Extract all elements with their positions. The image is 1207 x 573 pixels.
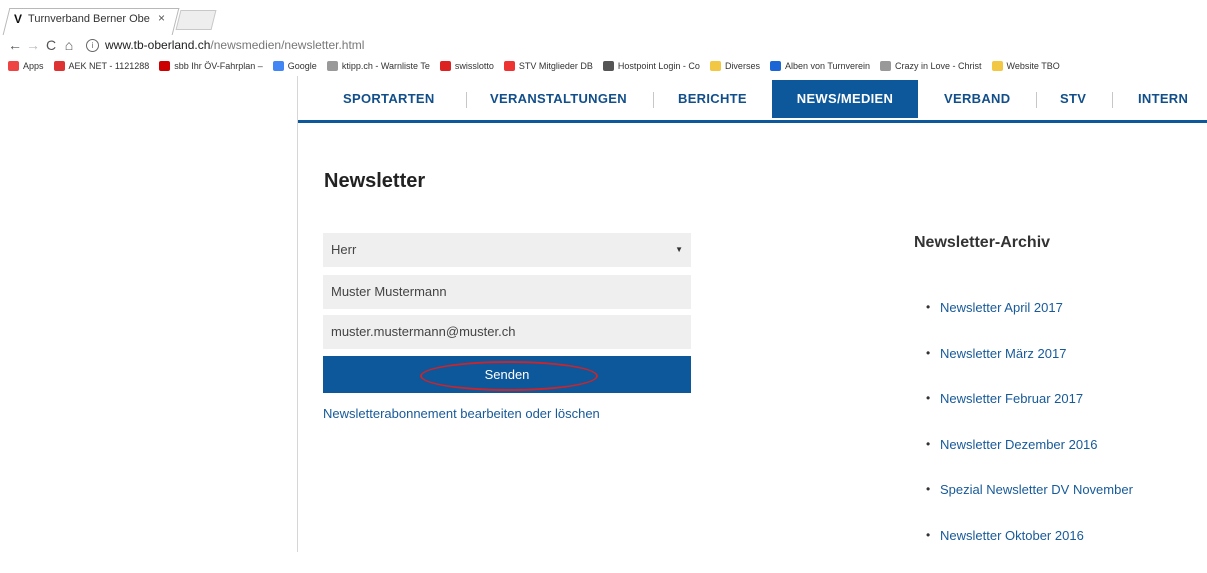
bookmark-icon	[992, 61, 1003, 71]
archive-list: Newsletter April 2017 Newsletter März 20…	[926, 300, 1133, 573]
tab-title-group[interactable]: V Turnverband Berner Obe	[14, 12, 150, 26]
bookmark-label: sbb Ihr ÖV-Fahrplan –	[174, 61, 263, 71]
bookmark-item[interactable]: Diverses	[710, 61, 760, 71]
nav-item-veranstaltungen[interactable]: VERANSTALTUNGEN	[490, 80, 627, 118]
bookmark-item[interactable]: Google	[273, 61, 317, 71]
bookmark-label: Apps	[23, 61, 44, 71]
bookmark-item[interactable]: AEK NET - 1121288	[54, 61, 150, 71]
bookmark-item[interactable]: Hostpoint Login - Co	[603, 61, 700, 71]
main-navigation: SPORTARTEN VERANSTALTUNGEN BERICHTE NEWS…	[298, 80, 1207, 123]
bookmark-item[interactable]: Website TBO	[992, 61, 1060, 71]
bookmark-item[interactable]: Alben von Turnverein	[770, 61, 870, 71]
dropdown-arrow-icon: ▼	[675, 233, 683, 267]
archive-item[interactable]: Newsletter Dezember 2016	[926, 437, 1133, 483]
bookmark-label: Diverses	[725, 61, 760, 71]
bookmark-label: Website TBO	[1007, 61, 1060, 71]
bookmark-item[interactable]: swisslotto	[440, 61, 494, 71]
nav-item-news-medien[interactable]: NEWS/MEDIEN	[772, 80, 918, 118]
new-tab-button[interactable]	[176, 10, 217, 30]
url-field[interactable]: i www.tb-oberland.ch/newsmedien/newslett…	[86, 38, 364, 52]
bookmark-label: Google	[288, 61, 317, 71]
reload-icon[interactable]: C	[42, 37, 60, 53]
email-field[interactable]: muster.mustermann@muster.ch	[323, 315, 691, 349]
home-icon[interactable]: ⌂	[60, 37, 78, 53]
archive-item[interactable]: Newsletter März 2017	[926, 346, 1133, 392]
bookmark-label: swisslotto	[455, 61, 494, 71]
bookmarks-bar: Apps AEK NET - 1121288 sbb Ihr ÖV-Fahrplan…	[0, 56, 1207, 76]
archive-item[interactable]: Newsletter Februar 2017	[926, 391, 1133, 437]
salutation-select[interactable]: Herr ▼	[323, 233, 691, 267]
page-left-gutter	[0, 76, 297, 552]
bookmark-label: AEK NET - 1121288	[69, 61, 150, 71]
nav-separator	[1036, 92, 1037, 108]
archive-item[interactable]: Newsletter Oktober 2016	[926, 528, 1133, 573]
bookmark-item[interactable]: ktipp.ch - Warnliste Te	[327, 61, 430, 71]
page-title: Newsletter	[324, 170, 425, 193]
name-field[interactable]: Muster Mustermann	[323, 275, 691, 309]
bookmark-icon	[159, 61, 170, 71]
address-bar-row: ← → C ⌂ i www.tb-oberland.ch/newsmedien/…	[0, 34, 1207, 56]
tab-title: Turnverband Berner Obe	[28, 13, 150, 25]
bookmark-item[interactable]: Crazy in Love - Christ	[880, 61, 982, 71]
page-divider	[297, 76, 298, 552]
bookmark-icon	[8, 61, 19, 71]
archive-item[interactable]: Spezial Newsletter DV November	[926, 482, 1133, 528]
tab-close-icon[interactable]: ×	[158, 11, 165, 25]
forward-icon[interactable]: →	[24, 37, 42, 53]
url-host: www.tb-oberland.ch	[105, 38, 210, 52]
bookmark-icon	[880, 61, 891, 71]
nav-item-stv[interactable]: STV	[1060, 80, 1086, 118]
bookmark-item[interactable]: STV Mitglieder DB	[504, 61, 593, 71]
bookmark-label: STV Mitglieder DB	[519, 61, 593, 71]
nav-separator	[466, 92, 467, 108]
archive-title: Newsletter-Archiv	[914, 234, 1050, 252]
bookmark-icon	[273, 61, 284, 71]
bookmark-item[interactable]: Apps	[8, 61, 44, 71]
nav-separator	[1112, 92, 1113, 108]
bookmark-item[interactable]: sbb Ihr ÖV-Fahrplan –	[159, 61, 263, 71]
nav-item-sportarten[interactable]: SPORTARTEN	[343, 80, 435, 118]
edit-subscription-link[interactable]: Newsletterabonnement bearbeiten oder lös…	[323, 406, 600, 421]
nav-item-berichte[interactable]: BERICHTE	[678, 80, 747, 118]
nav-item-intern[interactable]: INTERN	[1138, 80, 1188, 118]
archive-item[interactable]: Newsletter April 2017	[926, 300, 1133, 346]
bookmark-icon	[327, 61, 338, 71]
bookmark-label: ktipp.ch - Warnliste Te	[342, 61, 430, 71]
bookmark-icon	[504, 61, 515, 71]
bookmark-icon	[603, 61, 614, 71]
bookmark-icon	[710, 61, 721, 71]
url-path: /newsmedien/newsletter.html	[210, 38, 364, 52]
bookmark-label: Alben von Turnverein	[785, 61, 870, 71]
salutation-value: Herr	[331, 242, 356, 257]
browser-tabstrip: V Turnverband Berner Obe ×	[0, 0, 1207, 34]
back-icon[interactable]: ←	[6, 37, 24, 53]
bookmark-label: Hostpoint Login - Co	[618, 61, 700, 71]
bookmark-label: Crazy in Love - Christ	[895, 61, 982, 71]
bookmark-icon	[770, 61, 781, 71]
site-favicon-icon: V	[14, 12, 22, 26]
bookmark-icon	[440, 61, 451, 71]
nav-item-verband[interactable]: VERBAND	[944, 80, 1010, 118]
bookmark-icon	[54, 61, 65, 71]
highlight-annotation-circle	[420, 361, 598, 391]
nav-separator	[653, 92, 654, 108]
info-icon[interactable]: i	[86, 39, 99, 52]
